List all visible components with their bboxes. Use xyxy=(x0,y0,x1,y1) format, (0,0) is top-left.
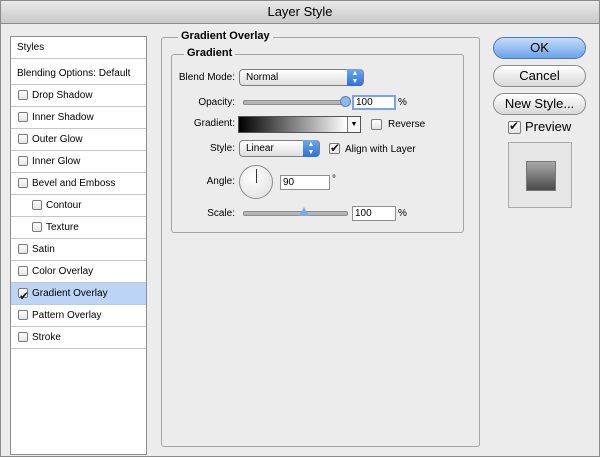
sidebar-item-label: Contour xyxy=(46,200,82,211)
align-with-layer-label: Align with Layer xyxy=(345,144,416,155)
sidebar-item-label: Pattern Overlay xyxy=(32,310,102,321)
reverse-checkbox[interactable] xyxy=(371,119,382,130)
inner-glow-checkbox[interactable] xyxy=(18,156,28,166)
up-down-arrows-icon: ▲ ▼ xyxy=(303,140,319,157)
scale-slider-thumb[interactable] xyxy=(299,207,309,216)
sidebar-item-pattern-overlay[interactable]: Pattern Overlay xyxy=(11,305,146,327)
sidebar-item-texture[interactable]: Texture xyxy=(11,217,146,239)
sidebar-item-label: Satin xyxy=(32,244,55,255)
opacity-slider-thumb[interactable] xyxy=(340,96,351,107)
sidebar-header-styles[interactable]: Styles xyxy=(11,37,146,59)
sidebar-item-color-overlay[interactable]: Color Overlay xyxy=(11,261,146,283)
layer-style-dialog: Layer Style Styles Blending Options: Def… xyxy=(0,0,600,457)
sidebar-item-label: Outer Glow xyxy=(32,134,83,145)
align-with-layer-checkbox[interactable] xyxy=(329,141,340,155)
preview-swatch xyxy=(526,161,556,191)
texture-checkbox[interactable] xyxy=(32,222,42,232)
preview-label: Preview xyxy=(525,119,572,134)
reverse-label: Reverse xyxy=(388,119,426,130)
ok-button[interactable]: OK xyxy=(493,37,586,59)
preview-checkbox[interactable] xyxy=(508,119,521,134)
outer-glow-checkbox[interactable] xyxy=(18,134,28,144)
sidebar-item-inner-glow[interactable]: Inner Glow xyxy=(11,151,146,173)
angle-dial-icon[interactable] xyxy=(239,165,273,199)
sidebar-item-label: Drop Shadow xyxy=(32,90,93,101)
cancel-button[interactable]: Cancel xyxy=(493,65,586,87)
sidebar-item-contour[interactable]: Contour xyxy=(11,195,146,217)
pattern-overlay-checkbox[interactable] xyxy=(18,310,28,320)
angle-unit: ° xyxy=(332,174,336,185)
sidebar-item-label: Gradient Overlay xyxy=(32,288,108,299)
gradient-overlay-checkbox[interactable] xyxy=(18,286,29,307)
style-value: Linear xyxy=(246,143,274,154)
styles-list: Styles Blending Options: Default Drop Sh… xyxy=(10,36,147,455)
sidebar-item-gradient-overlay[interactable]: Gradient Overlay xyxy=(11,283,146,307)
new-style-button[interactable]: New Style... xyxy=(493,93,586,115)
scale-field[interactable]: 100 xyxy=(352,206,396,221)
up-down-arrows-icon: ▲ ▼ xyxy=(347,69,363,86)
bevel-and-emboss-checkbox[interactable] xyxy=(18,178,28,188)
opacity-slider-track[interactable] xyxy=(243,100,348,105)
window-title: Layer Style xyxy=(1,1,599,24)
satin-checkbox[interactable] xyxy=(18,244,28,254)
sidebar-item-label: Inner Shadow xyxy=(32,112,94,123)
sidebar-item-label: Stroke xyxy=(32,332,61,343)
style-select[interactable]: Linear ▲ ▼ xyxy=(239,140,320,157)
gradient-preview[interactable] xyxy=(239,117,347,132)
triangle-down-icon[interactable]: ▼ xyxy=(347,117,360,132)
gradient-picker[interactable]: ▼ xyxy=(238,116,361,133)
sidebar-item-inner-shadow[interactable]: Inner Shadow xyxy=(11,107,146,129)
opacity-label: Opacity: xyxy=(198,97,235,108)
panel-title: Gradient Overlay xyxy=(178,30,273,42)
gradient-label: Gradient: xyxy=(193,118,235,129)
group-title: Gradient xyxy=(184,47,236,59)
sidebar-item-label: Bevel and Emboss xyxy=(32,178,116,189)
sidebar-item-stroke[interactable]: Stroke xyxy=(11,327,146,349)
sidebar-item-satin[interactable]: Satin xyxy=(11,239,146,261)
color-overlay-checkbox[interactable] xyxy=(18,266,28,276)
blend-mode-value: Normal xyxy=(246,72,279,83)
sidebar-item-label: Inner Glow xyxy=(32,156,81,167)
sidebar-item-drop-shadow[interactable]: Drop Shadow xyxy=(11,85,146,107)
style-label: Style: xyxy=(209,143,235,154)
blend-mode-label: Blend Mode: xyxy=(178,72,235,83)
scale-slider-track[interactable] xyxy=(243,211,348,216)
blend-mode-select[interactable]: Normal ▲ ▼ xyxy=(239,69,364,86)
sidebar-blending-options[interactable]: Blending Options: Default xyxy=(11,63,146,85)
sidebar-item-label: Color Overlay xyxy=(32,266,94,277)
drop-shadow-checkbox[interactable] xyxy=(18,90,28,100)
angle-field[interactable]: 90 xyxy=(280,175,330,190)
sidebar-item-outer-glow[interactable]: Outer Glow xyxy=(11,129,146,151)
style-preview xyxy=(508,142,572,208)
sidebar-item-bevel-and-emboss[interactable]: Bevel and Emboss xyxy=(11,173,146,195)
scale-label: Scale: xyxy=(207,208,235,219)
angle-needle xyxy=(256,169,257,183)
inner-shadow-checkbox[interactable] xyxy=(18,112,28,122)
opacity-field[interactable]: 100 xyxy=(352,95,396,110)
scale-unit: % xyxy=(398,208,407,219)
angle-label: Angle: xyxy=(206,176,235,187)
sidebar-item-label: Texture xyxy=(46,222,79,233)
stroke-checkbox[interactable] xyxy=(18,332,28,342)
opacity-unit: % xyxy=(398,97,407,108)
contour-checkbox[interactable] xyxy=(32,200,42,210)
